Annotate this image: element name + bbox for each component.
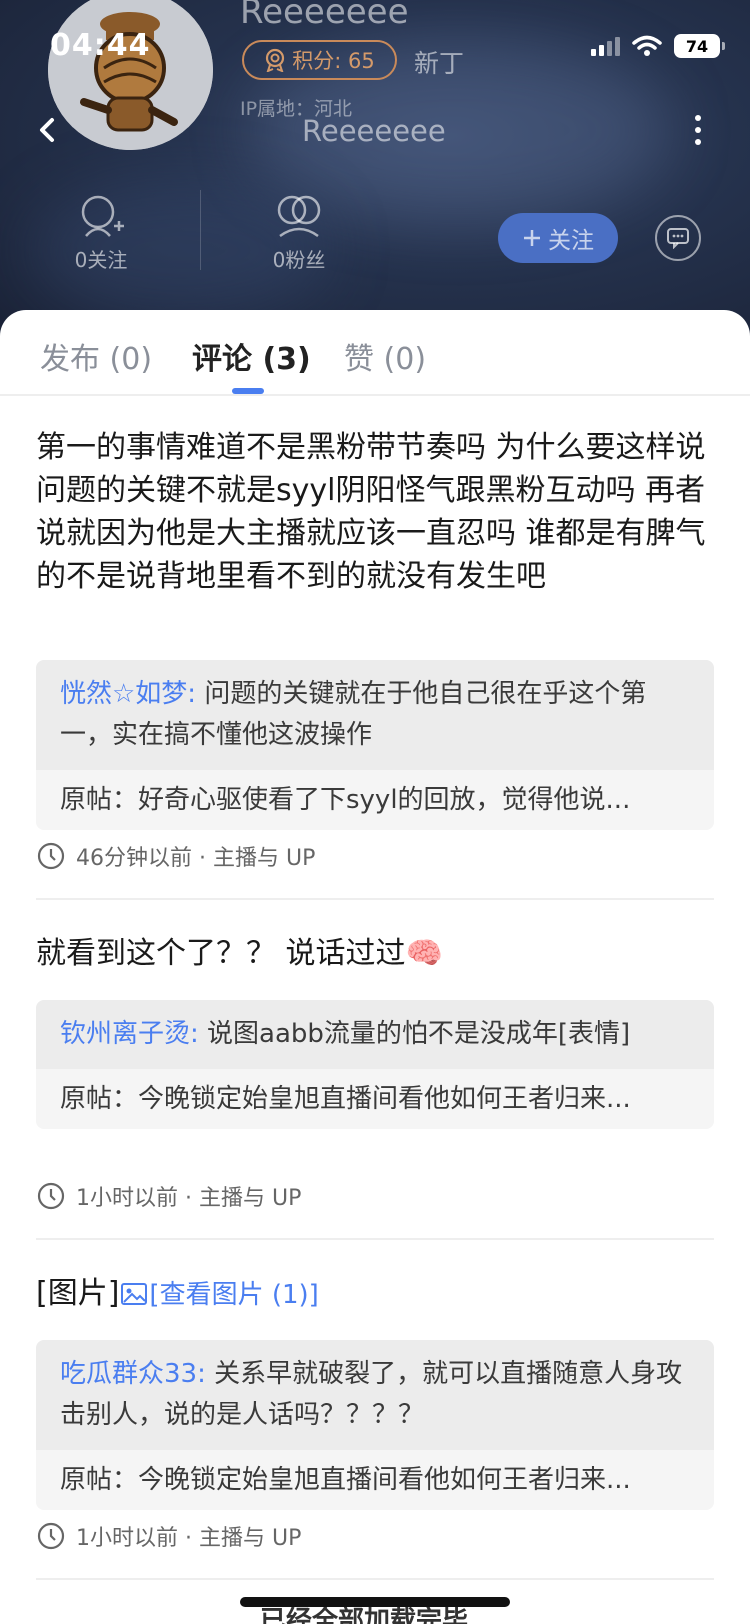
- signal-icon: [591, 36, 620, 56]
- chat-icon: [667, 228, 689, 249]
- stat-divider: [200, 190, 201, 270]
- clock-icon: [37, 842, 65, 870]
- medal-icon: [266, 48, 285, 72]
- message-button[interactable]: [655, 215, 701, 261]
- username-top: Reeeeeee: [240, 0, 409, 32]
- people-icon: [277, 195, 321, 238]
- followers-count: 0粉丝: [272, 248, 326, 272]
- home-indicator: [240, 1597, 510, 1607]
- original-post[interactable]: 原帖：今晚锁定始皇旭直播间看他如何王者归来...: [36, 1450, 714, 1510]
- image-placeholder-text: [图片]: [36, 1276, 120, 1311]
- score-badge: 积分: 65: [242, 40, 397, 80]
- reply-content: 钦州离子烫: 说图aabb流量的怕不是没成年[表情]: [36, 1000, 714, 1069]
- comment-meta: 1小时以前 · 主播与 UP: [36, 1180, 301, 1212]
- tab-likes[interactable]: 赞 (0): [344, 334, 426, 378]
- dot-icon: [695, 127, 701, 133]
- reply-user[interactable]: 吃瓜群众33:: [60, 1359, 206, 1389]
- tab-bar: 发布 (0) 评论 (3) 赞 (0): [0, 310, 750, 396]
- plus-icon: [524, 230, 540, 246]
- original-post[interactable]: 原帖：好奇心驱使看了下syyl的回放，觉得他说...: [36, 770, 714, 830]
- divider: [36, 898, 714, 900]
- following-stat[interactable]: 0关注: [46, 192, 156, 273]
- meta-text: 46分钟以前 · 主播与 UP: [76, 846, 316, 871]
- following-count: 0关注: [74, 248, 128, 272]
- tab-indicator: [232, 388, 264, 394]
- comment-text[interactable]: 就看到这个了？？ 说话过过🧠: [36, 932, 716, 975]
- profile-header: 04:44 74 Reeeeeee 积分: 65 新丁 IP属地：河北 Reee…: [0, 0, 750, 340]
- follow-button[interactable]: 关注: [498, 213, 618, 263]
- content-card: 发布 (0) 评论 (3) 赞 (0) 第一的事情难道不是黑粉带节奏吗 为什么要…: [0, 310, 750, 1624]
- quoted-reply[interactable]: 恍然☆如梦: 问题的关键就在于他自己很在乎这个第一，实在搞不懂他这波操作 原帖：…: [36, 660, 714, 830]
- add-person-icon: [81, 195, 124, 237]
- followers-stat[interactable]: 0粉丝: [244, 192, 354, 273]
- image-icon: [121, 1283, 148, 1305]
- wifi-icon: [632, 35, 662, 56]
- chevron-left-icon: [40, 118, 54, 142]
- battery-icon: 74: [674, 34, 725, 58]
- status-time: 04:44: [50, 28, 151, 63]
- comment-text[interactable]: 第一的事情难道不是黑粉带节奏吗 为什么要这样说 问题的关键不就是syyl阴阳怪气…: [36, 426, 716, 598]
- back-button[interactable]: [32, 110, 68, 154]
- status-icons: 74: [591, 34, 725, 58]
- follow-label: 关注: [548, 228, 594, 254]
- divider: [36, 1238, 714, 1240]
- tab-posts[interactable]: 发布 (0): [40, 334, 152, 378]
- view-image-label: [查看图片 (1)]: [149, 1280, 319, 1310]
- comment-text[interactable]: [图片] [查看图片 (1)]: [36, 1272, 716, 1317]
- reply-user[interactable]: 恍然☆如梦:: [60, 679, 196, 709]
- level-text: 新丁: [414, 49, 465, 78]
- comment-meta: 46分钟以前 · 主播与 UP: [36, 840, 315, 872]
- original-post[interactable]: 原帖：今晚锁定始皇旭直播间看他如何王者归来...: [36, 1069, 714, 1129]
- reply-content: 吃瓜群众33: 关系早就破裂了，就可以直播随意人身攻击别人，说的是人话吗？？？？: [36, 1340, 714, 1450]
- score-text: 积分: 65: [292, 49, 375, 73]
- meta-text: 1小时以前 · 主播与 UP: [76, 1186, 302, 1211]
- quoted-reply[interactable]: 吃瓜群众33: 关系早就破裂了，就可以直播随意人身攻击别人，说的是人话吗？？？？…: [36, 1340, 714, 1510]
- reply-text: 说图aabb流量的怕不是没成年[表情]: [207, 1019, 631, 1049]
- quoted-reply[interactable]: 钦州离子烫: 说图aabb流量的怕不是没成年[表情] 原帖：今晚锁定始皇旭直播间…: [36, 1000, 714, 1129]
- dot-icon: [695, 115, 701, 121]
- comment-meta: 1小时以前 · 主播与 UP: [36, 1520, 301, 1552]
- clock-icon: [37, 1182, 65, 1210]
- dot-icon: [695, 139, 701, 145]
- more-button[interactable]: [686, 115, 710, 155]
- avatar[interactable]: [48, 0, 213, 150]
- clock-icon: [37, 1522, 65, 1550]
- tab-comments[interactable]: 评论 (3): [192, 334, 311, 378]
- username-center: Reeeeeee: [302, 114, 446, 148]
- reply-content: 恍然☆如梦: 问题的关键就在于他自己很在乎这个第一，实在搞不懂他这波操作: [36, 660, 714, 770]
- reply-user[interactable]: 钦州离子烫:: [60, 1019, 199, 1049]
- meta-text: 1小时以前 · 主播与 UP: [76, 1526, 302, 1551]
- view-image-link[interactable]: [查看图片 (1)]: [119, 1280, 319, 1310]
- divider: [36, 1578, 714, 1580]
